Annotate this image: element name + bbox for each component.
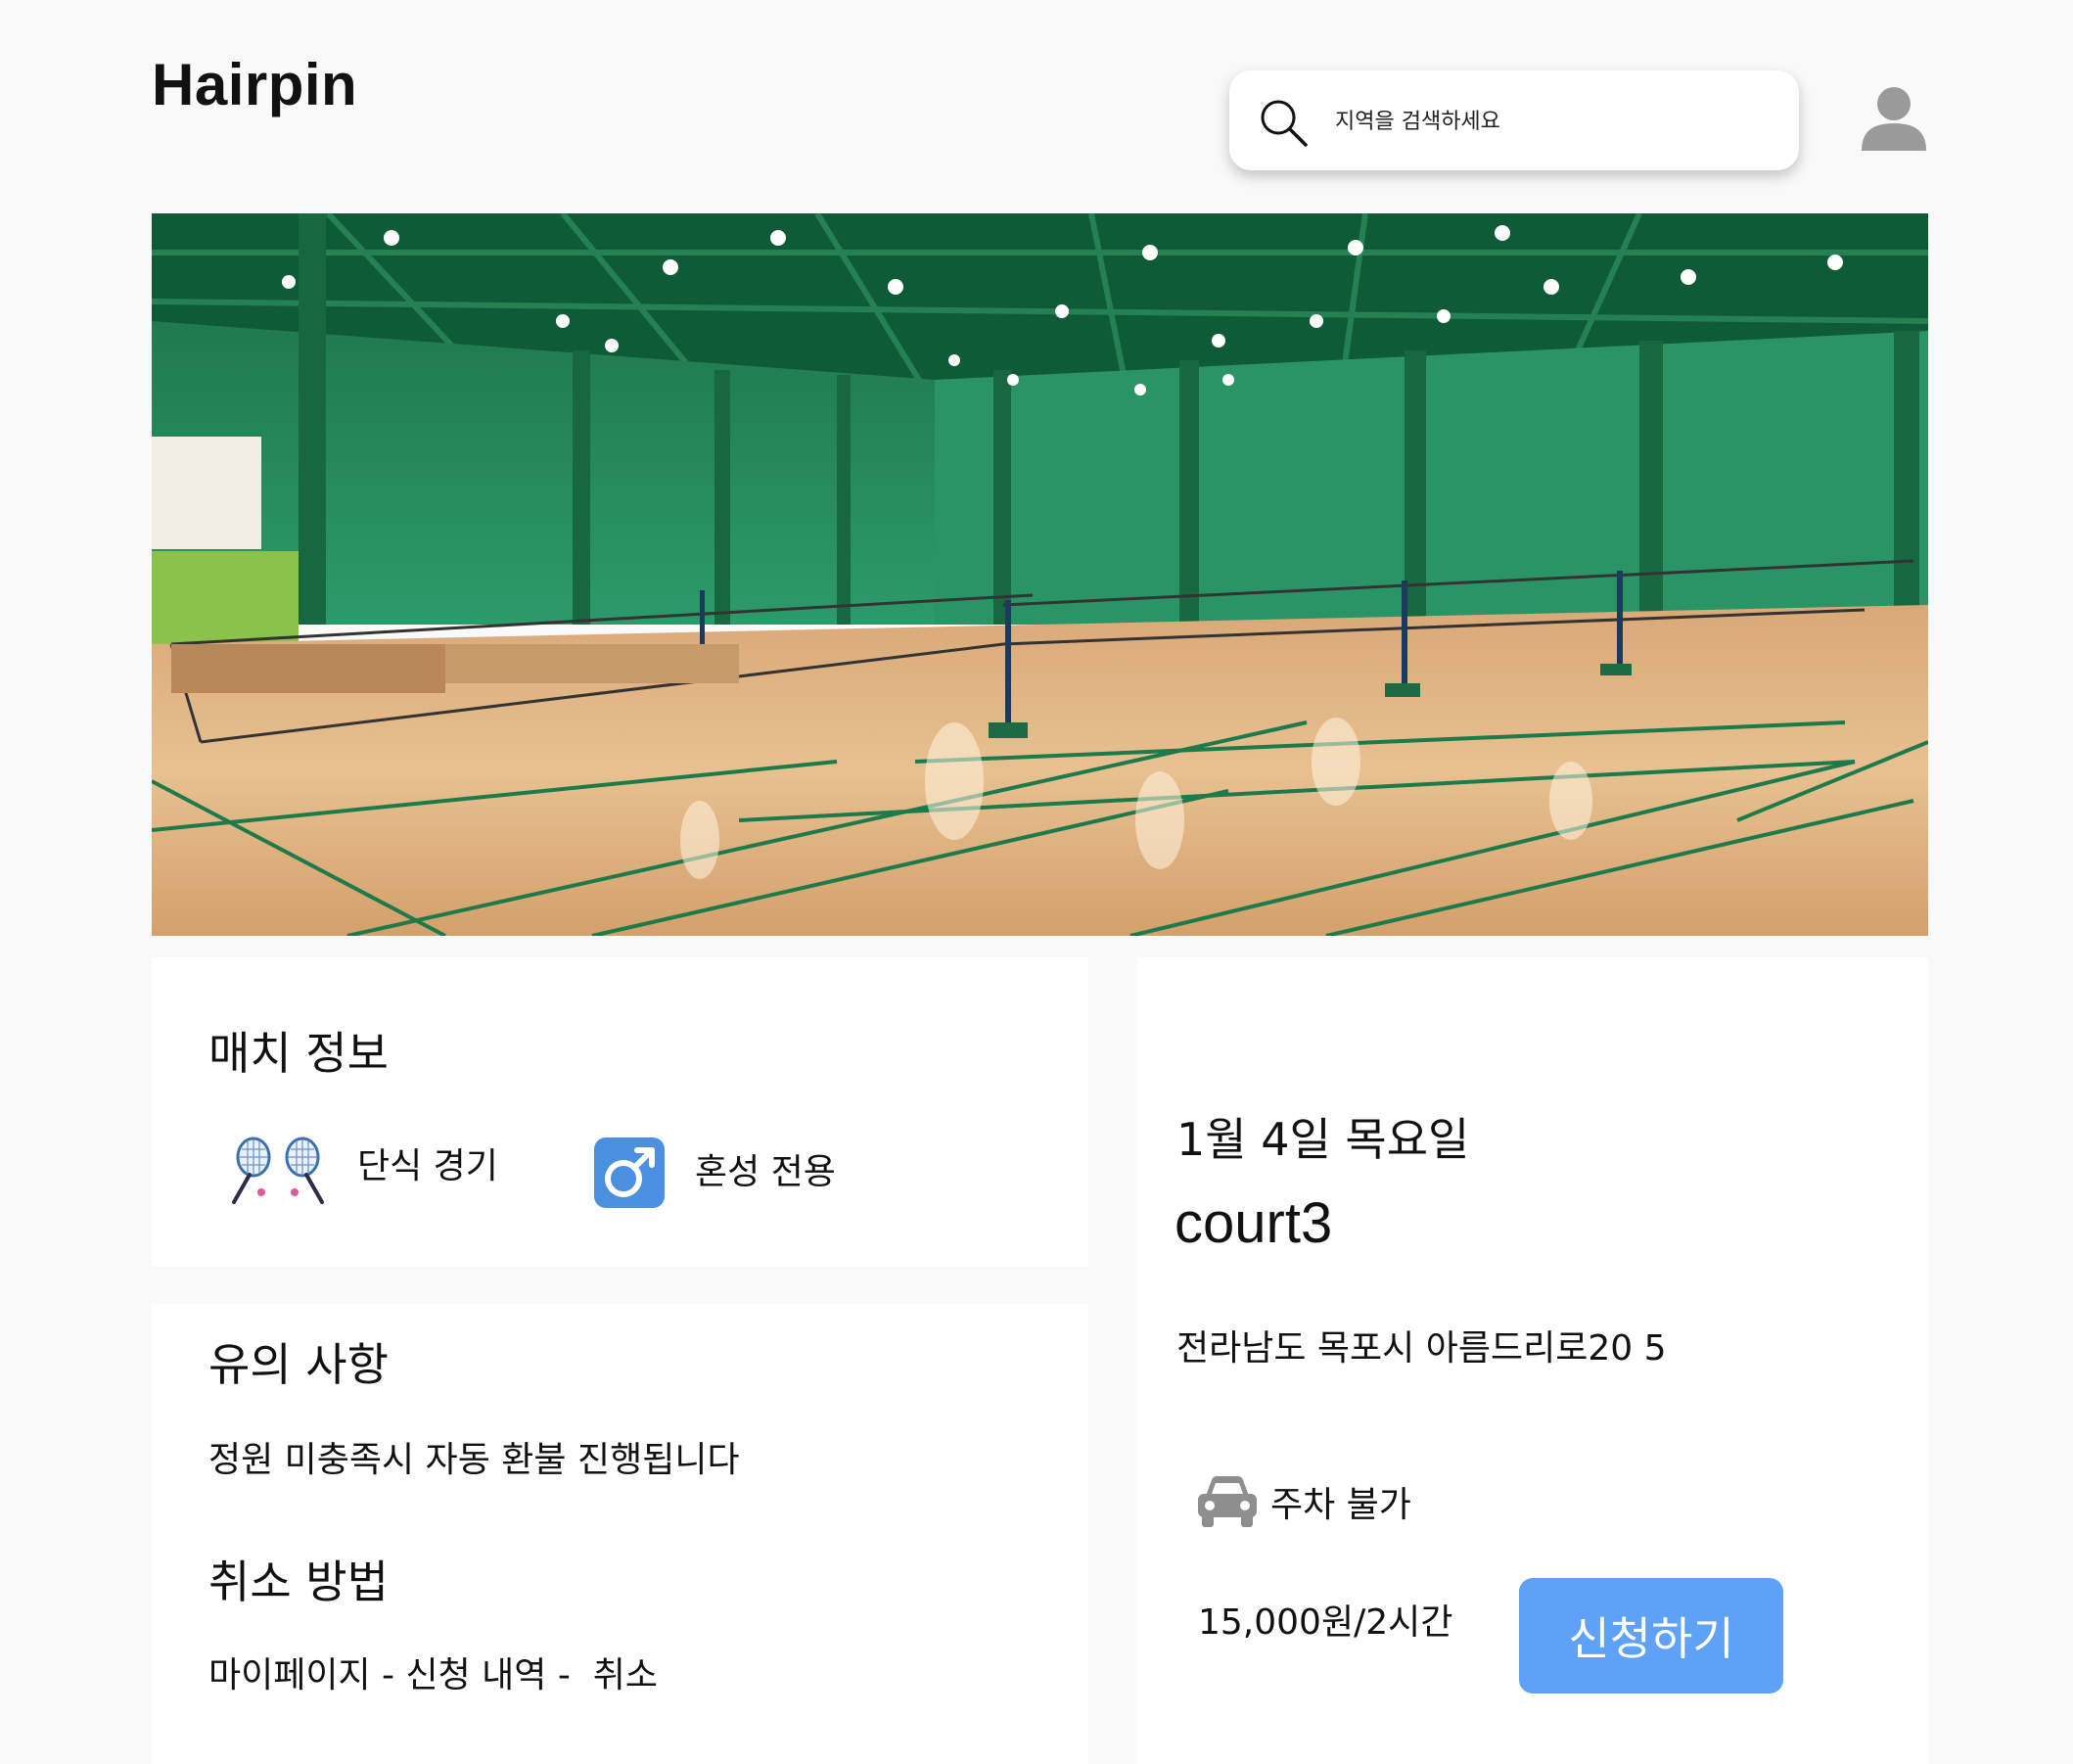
search-input[interactable] xyxy=(1333,98,1768,145)
gender-type-label: 혼성 전용 xyxy=(695,1152,836,1192)
parking-label: 주차 불가 xyxy=(1270,1485,1411,1525)
match-date: 1월 4일 목요일 xyxy=(1176,1113,1470,1166)
apply-button[interactable]: 신청하기 xyxy=(1519,1578,1783,1694)
badminton-rackets-icon xyxy=(232,1137,324,1204)
match-info-title: 매치 정보 xyxy=(208,1027,389,1080)
app-logo[interactable]: Hairpin xyxy=(152,51,357,118)
cancel-method-text: 마이페이지 - 신청 내역 - 취소 xyxy=(208,1655,658,1695)
notice-card: 유의 사항 정원 미충족시 자동 환불 진행됩니다 취소 방법 마이페이지 - … xyxy=(152,1304,1088,1764)
search-icon xyxy=(1261,100,1308,147)
cancel-method-title: 취소 방법 xyxy=(208,1555,389,1608)
price-label: 15,000원/2시간 xyxy=(1198,1602,1453,1643)
male-sign-icon xyxy=(594,1137,665,1208)
notice-text: 정원 미충족시 자동 환불 진행됩니다 xyxy=(208,1440,740,1480)
court-illustration xyxy=(152,213,1928,936)
match-info-card: 매치 정보 단식 경기 혼성 전용 xyxy=(152,957,1088,1267)
match-type-label: 단식 경기 xyxy=(357,1146,498,1186)
search-bar[interactable] xyxy=(1229,70,1799,170)
car-icon xyxy=(1198,1476,1257,1527)
court-address: 전라남도 목포시 아름드리로20 5 xyxy=(1176,1328,1667,1369)
court-photo xyxy=(152,213,1928,936)
user-avatar-icon[interactable] xyxy=(1860,84,1928,153)
court-name: court3 xyxy=(1175,1191,1333,1255)
notice-title: 유의 사항 xyxy=(208,1338,389,1391)
